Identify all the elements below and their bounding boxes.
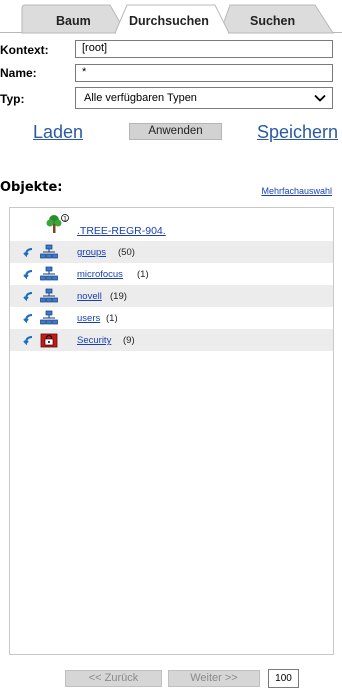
previous-page-button[interactable]: << Zurück	[65, 670, 162, 687]
org-unit-icon	[40, 288, 58, 303]
next-page-button[interactable]: Weiter >>	[168, 670, 260, 687]
type-label: Typ:	[0, 92, 25, 106]
page-size-input[interactable]: 100	[268, 669, 299, 688]
objects-panel: 1 .TREE-REGR-904. groups (50) microfocus…	[9, 207, 334, 655]
tree-root-row: 1 .TREE-REGR-904.	[10, 212, 333, 238]
org-unit-icon	[40, 310, 58, 325]
list-item: groups (50)	[10, 241, 333, 263]
tree-icon: 1	[46, 214, 69, 233]
tab-suchen[interactable]: Suchen	[250, 14, 295, 28]
list-item: microfocus (1)	[10, 263, 333, 285]
context-field[interactable]: [root]	[75, 40, 333, 58]
list-item: Security (9)	[10, 329, 333, 351]
item-link[interactable]: microfocus	[77, 269, 123, 280]
multi-select-link[interactable]: Mehrfachauswahl	[261, 186, 332, 196]
svg-text:1: 1	[63, 216, 67, 223]
load-button[interactable]: Laden	[33, 122, 83, 143]
apply-button[interactable]: Anwenden	[129, 123, 222, 140]
item-count: (19)	[110, 291, 127, 302]
item-count: (50)	[118, 247, 135, 258]
navigate-up-arrow-icon[interactable]	[22, 313, 34, 325]
chevron-down-icon	[314, 94, 326, 102]
navigate-up-arrow-icon[interactable]	[22, 269, 34, 281]
item-count: (1)	[106, 313, 118, 324]
item-count: (1)	[137, 269, 149, 280]
navigate-up-arrow-icon[interactable]	[22, 247, 34, 259]
navigate-up-arrow-icon[interactable]	[22, 335, 34, 347]
tab-baum[interactable]: Baum	[56, 14, 91, 28]
type-select-value: Alle verfügbaren Typen	[84, 92, 197, 104]
org-unit-icon	[40, 244, 58, 259]
item-link[interactable]: novell	[77, 291, 102, 302]
tree-root-link[interactable]: .TREE-REGR-904.	[77, 225, 166, 237]
name-label: Name:	[0, 66, 37, 80]
item-count: (9)	[123, 335, 135, 346]
org-unit-icon	[40, 266, 58, 281]
name-field[interactable]: *	[75, 64, 333, 82]
item-link[interactable]: Security	[77, 335, 111, 346]
context-label: Kontext:	[0, 43, 49, 57]
item-link[interactable]: users	[77, 313, 100, 324]
security-container-icon	[40, 333, 58, 348]
navigate-up-arrow-icon[interactable]	[22, 291, 34, 303]
list-item: novell (19)	[10, 285, 333, 307]
tab-durchsuchen[interactable]: Durchsuchen	[129, 14, 209, 28]
objects-title: Objekte:	[0, 180, 63, 195]
item-link[interactable]: groups	[77, 247, 106, 258]
tab-bar: Baum Durchsuchen Suchen	[0, 0, 342, 34]
type-select[interactable]: Alle verfügbaren Typen	[75, 87, 333, 109]
save-button[interactable]: Speichern	[257, 122, 338, 143]
list-item: users (1)	[10, 307, 333, 329]
